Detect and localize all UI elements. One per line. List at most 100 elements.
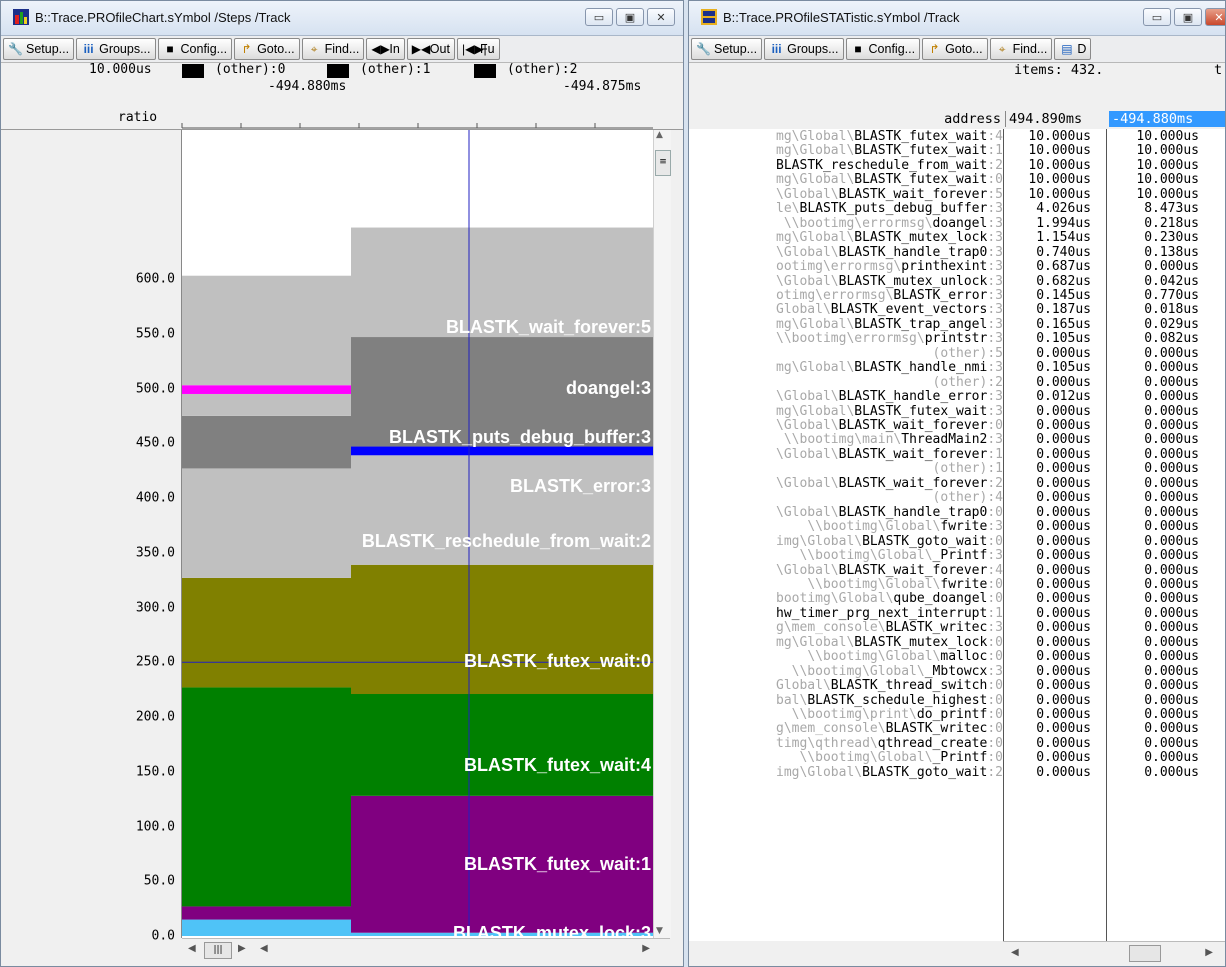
table-row[interactable]: ootimg\errormsg\printhexint:3 0.687us 0.00… bbox=[689, 260, 1225, 275]
table-row[interactable]: \\bootimg\main\ThreadMain2:3 0.000us 0.000… bbox=[689, 433, 1225, 448]
goto-button[interactable]: ↱ Goto... bbox=[922, 38, 988, 60]
table-row[interactable]: \\bootimg\errormsg\printstr:3 0.105us 0.08… bbox=[689, 332, 1225, 347]
chart-plot[interactable]: BLASTK_wait_forever:5 doangel:3 BLASTK_put… bbox=[182, 130, 653, 938]
find-button[interactable]: ⌖ Find... bbox=[301, 38, 365, 60]
config-button[interactable]: ■ Config... bbox=[845, 38, 921, 60]
table-row[interactable]: \Global\BLASTK_handle_trap0:0 0.000us 0.00… bbox=[689, 505, 1225, 521]
table-row[interactable]: \\bootimg\Global\_Printf:0 0.000us 0.000us bbox=[689, 750, 1225, 766]
table-row[interactable]: \Global\BLASTK_handle_error:3 0.012us 0.00… bbox=[689, 390, 1225, 405]
area-segment[interactable] bbox=[182, 919, 351, 936]
table-row[interactable]: (other):2 0.000us 0.000us bbox=[689, 375, 1225, 391]
maximize-button[interactable]: ▣ bbox=[1174, 8, 1202, 26]
segment-label: BLASTK_error:3 bbox=[509, 476, 651, 497]
title-bar[interactable]: B::Trace.PROfileChart.sYmbol /Steps /Tra… bbox=[1, 1, 683, 36]
column-header-col2[interactable]: -494.880ms bbox=[1109, 111, 1225, 127]
area-segment[interactable] bbox=[182, 385, 351, 394]
table-row[interactable]: \Global\BLASTK_wait_forever:2 0.000us 0.00… bbox=[689, 476, 1225, 492]
scroll-thumb[interactable]: ≡ bbox=[655, 150, 671, 176]
scroll-right-arrow[interactable]: ▶ bbox=[642, 943, 650, 954]
symbol-cell: otimg\errormsg\BLASTK_error:3 bbox=[776, 288, 1003, 303]
table-row[interactable]: \Global\BLASTK_handle_trap0:3 0.740us 0.13… bbox=[689, 245, 1225, 261]
vertical-scrollbar[interactable]: ▲ ≡ ▼ bbox=[653, 130, 671, 938]
goto-button[interactable]: ↱ Goto... bbox=[234, 38, 300, 60]
table-row[interactable]: mg\Global\BLASTK_trap_angel:3 0.165us 0.02… bbox=[689, 317, 1225, 333]
table-row[interactable]: \\bootimg\Global\_Mbtowcx:3 0.000us 0.000u… bbox=[689, 664, 1225, 680]
title-bar[interactable]: B::Trace.PROfileSTATistic.sYmbol /Track … bbox=[689, 1, 1225, 36]
area-segment[interactable] bbox=[351, 694, 653, 796]
table-row[interactable]: mg\Global\BLASTK_futex_wait:3 0.000us 0.00… bbox=[689, 404, 1225, 420]
table-row[interactable]: img\Global\BLASTK_goto_wait:0 0.000us 0.00… bbox=[689, 534, 1225, 550]
groups-button[interactable]: iii Groups... bbox=[76, 38, 156, 60]
minimize-button[interactable]: ▭ bbox=[1143, 8, 1171, 26]
table-row[interactable]: mg\Global\BLASTK_futex_wait:4 10.000us 10.… bbox=[689, 129, 1225, 145]
value-cell: 0.000us bbox=[1036, 750, 1091, 766]
column-header-col1[interactable]: 494.890ms bbox=[1005, 111, 1109, 127]
setup-button[interactable]: 🔧 Setup... bbox=[3, 38, 75, 60]
table-row[interactable]: mg\Global\BLASTK_futex_wait:1 10.000us 10.… bbox=[689, 144, 1225, 159]
table-row[interactable]: \Global\BLASTK_wait_forever:0 0.000us 0.00… bbox=[689, 418, 1225, 434]
full-button[interactable]: |◀▶| Fu bbox=[456, 38, 500, 60]
scroll-thumb[interactable] bbox=[1129, 945, 1161, 962]
area-segment[interactable] bbox=[182, 687, 351, 907]
area-segment[interactable] bbox=[182, 468, 351, 578]
table-row[interactable]: \Global\BLASTK_mutex_unlock:3 0.682us 0.04… bbox=[689, 274, 1225, 290]
table-row[interactable]: img\Global\BLASTK_goto_wait:2 0.000us 0.00… bbox=[689, 765, 1225, 781]
area-segment[interactable] bbox=[351, 564, 653, 695]
area-segment[interactable] bbox=[182, 275, 351, 386]
minimize-button[interactable]: ▭ bbox=[585, 8, 613, 26]
scroll-thumb[interactable]: ||| bbox=[204, 942, 232, 959]
scroll-right-arrow[interactable]: ▶ bbox=[1205, 947, 1213, 958]
zoom-in-button[interactable]: ◀▶ In bbox=[366, 38, 405, 60]
close-button[interactable]: ✕ bbox=[1205, 8, 1225, 26]
table-row[interactable]: le\BLASTK_puts_debug_buffer:3 4.026us 8.47… bbox=[689, 202, 1225, 217]
table-row[interactable]: \\bootimg\print\do_printf:0 0.000us 0.000u… bbox=[689, 707, 1225, 723]
table-row[interactable]: (other):1 0.000us 0.000us bbox=[689, 462, 1225, 477]
scroll-up-arrow[interactable]: ▲ bbox=[656, 130, 663, 140]
table-row[interactable]: \\bootimg\errormsg\doangel:3 1.994us 0.218… bbox=[689, 216, 1225, 232]
area-segment[interactable] bbox=[351, 446, 653, 456]
table-row[interactable]: Global\BLASTK_thread_switch:0 0.000us 0.00… bbox=[689, 679, 1225, 694]
table-row[interactable]: mg\Global\BLASTK_mutex_lock:0 0.000us 0.00… bbox=[689, 635, 1225, 651]
table-row[interactable]: \Global\BLASTK_wait_forever:5 10.000us 10.… bbox=[689, 187, 1225, 203]
zoom-out-button[interactable]: ▶◀ Out bbox=[406, 38, 455, 60]
table-row[interactable]: Global\BLASTK_event_vectors:3 0.187us 0.01… bbox=[689, 303, 1225, 318]
area-segment[interactable] bbox=[182, 906, 351, 920]
table-row[interactable]: g\mem_console\BLASTK_writec:3 0.000us 0.00… bbox=[689, 621, 1225, 636]
table-row[interactable]: hw_timer_prg_next_interrupt:1 0.000us 0.00… bbox=[689, 606, 1225, 622]
find-button[interactable]: ⌖ Find... bbox=[989, 38, 1053, 60]
scroll-left-arrow[interactable]: ◀ bbox=[188, 943, 196, 954]
table-row[interactable]: \\bootimg\Global\_Printf:3 0.000us 0.000us bbox=[689, 549, 1225, 564]
scroll-down-arrow[interactable]: ▼ bbox=[656, 926, 663, 936]
area-segment[interactable] bbox=[182, 415, 351, 469]
detail-button[interactable]: ▤ D bbox=[1054, 38, 1092, 60]
table-row[interactable]: bootimg\Global\qube_doangel:0 0.000us 0.00… bbox=[689, 592, 1225, 607]
table-row[interactable]: \Global\BLASTK_wait_forever:1 0.000us 0.00… bbox=[689, 447, 1225, 463]
scroll-left-arrow[interactable]: ◀ bbox=[1011, 947, 1019, 958]
table-row[interactable]: \\bootimg\Global\fwrite:3 0.000us 0.000us bbox=[689, 520, 1225, 535]
config-button[interactable]: ■ Config... bbox=[157, 38, 233, 60]
area-segment[interactable] bbox=[182, 393, 351, 416]
groups-button[interactable]: iii Groups... bbox=[764, 38, 844, 60]
table-row[interactable]: mg\Global\BLASTK_handle_nmi:3 0.105us 0.00… bbox=[689, 361, 1225, 376]
address-column-header[interactable]: address bbox=[944, 111, 1001, 127]
horizontal-scrollbar[interactable]: ◀ ▶ bbox=[1003, 941, 1225, 966]
table-row[interactable]: timg\qthread\qthread_create:0 0.000us 0.00… bbox=[689, 736, 1225, 752]
table-row[interactable]: otimg\errormsg\BLASTK_error:3 0.145us 0.77… bbox=[689, 288, 1225, 304]
table-row[interactable]: \\bootimg\Global\malloc:0 0.000us 0.000us bbox=[689, 650, 1225, 665]
table-row[interactable]: \Global\BLASTK_wait_forever:4 0.000us 0.00… bbox=[689, 563, 1225, 579]
table-row[interactable]: bal\BLASTK_schedule_highest:0 0.000us 0.00… bbox=[689, 693, 1225, 709]
table-row[interactable]: mg\Global\BLASTK_futex_wait:0 10.000us 10.… bbox=[689, 173, 1225, 188]
maximize-button[interactable]: ▣ bbox=[616, 8, 644, 26]
scroll-track-arrows[interactable]: ◀ bbox=[260, 943, 268, 954]
table-row[interactable]: (other):5 0.000us 0.000us bbox=[689, 346, 1225, 362]
scroll-right-arrow[interactable]: ▶ bbox=[238, 943, 246, 954]
table-row[interactable]: \\bootimg\Global\fwrite:0 0.000us 0.000us bbox=[689, 577, 1225, 593]
horizontal-scrollbar[interactable]: ◀ ||| ▶ ◀ ▶ bbox=[182, 938, 670, 963]
area-segment[interactable] bbox=[182, 577, 351, 688]
setup-button[interactable]: 🔧 Setup... bbox=[691, 38, 763, 60]
table-row[interactable]: (other):4 0.000us 0.000us bbox=[689, 491, 1225, 506]
close-button[interactable]: ✕ bbox=[647, 8, 675, 26]
table-row[interactable]: g\mem_console\BLASTK_writec:0 0.000us 0.00… bbox=[689, 722, 1225, 737]
table-row[interactable]: BLASTK_reschedule_from_wait:2 10.000us 10.… bbox=[689, 158, 1225, 174]
table-row[interactable]: mg\Global\BLASTK_mutex_lock:3 1.154us 0.23… bbox=[689, 231, 1225, 246]
